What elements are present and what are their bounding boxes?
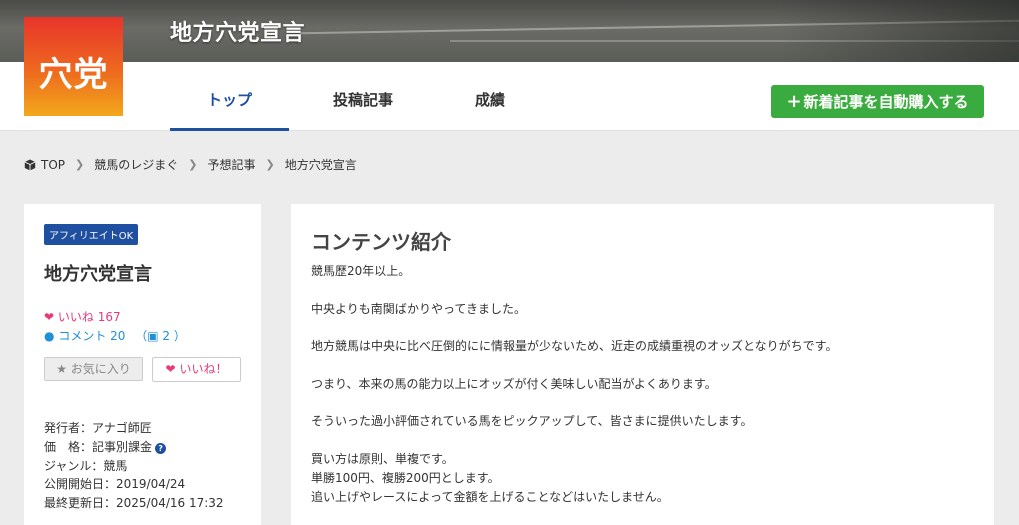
like-button[interactable]: ❤ いいね！ xyxy=(152,357,241,382)
banner-shade xyxy=(779,0,1019,62)
meta-genre: ジャンル：競馬 xyxy=(44,458,128,473)
tab-posts[interactable]: 投稿記事 xyxy=(318,62,408,131)
site-title[interactable]: 地方穴党宣言 xyxy=(170,15,305,47)
chevron-right-icon: ❯ xyxy=(188,158,198,171)
meta-publisher: 発行者：アナゴ師匠 xyxy=(44,421,152,435)
meta-price: 価 格：記事別課金 xyxy=(44,439,153,454)
meta-start-date: 公開開始日：2019/04/24 xyxy=(44,477,186,492)
content-intro-title: コンテンツ紹介 xyxy=(311,230,451,254)
comments-count[interactable]: ● コメント 20 （▣ 2 ） xyxy=(44,327,186,344)
gift-count-close-paren: ） xyxy=(173,329,186,343)
gift-icon: ▣ xyxy=(147,329,159,343)
help-icon[interactable]: ? xyxy=(155,442,167,454)
heart-icon: ❤ xyxy=(165,362,176,376)
tab-results[interactable]: 成績 xyxy=(450,62,530,131)
meta-updated: 最終更新日：2025/04/16 17:32 xyxy=(44,496,224,511)
likes-count: ❤ いいね 167 xyxy=(44,308,121,325)
breadcrumb-current: 地方穴党宣言 xyxy=(284,158,357,172)
intro-paragraph: 単勝100円、複勝200円とします。 xyxy=(311,470,500,485)
sidebar-title: 地方穴党宣言 xyxy=(44,264,152,285)
heart-icon: ❤ xyxy=(44,310,55,324)
header-banner: 地方穴党宣言 xyxy=(0,0,1019,62)
intro-paragraph: 中央よりも南関ばかりやってきました。 xyxy=(311,301,527,316)
gift-count-open-paren: （ xyxy=(129,329,148,343)
speech-bubble-icon: ● xyxy=(44,329,55,343)
content-intro-card: コンテンツ紹介 競馬歴20年以上。 中央よりも南関ばかりやってきました。 地方競… xyxy=(291,204,994,525)
intro-paragraph: そういった過小評価されている馬をピックアップして、皆さまに提供いたします。 xyxy=(311,414,753,429)
like-label: いいね！ xyxy=(179,362,228,376)
affiliate-badge: アフィリエイトOK xyxy=(44,224,139,245)
logo-text: 穴党 xyxy=(38,55,109,95)
breadcrumb: TOP ❯ 競馬のレジまぐ ❯ 予想記事 ❯ 地方穴党宣言 xyxy=(24,156,357,173)
content-intro-body: 競馬歴20年以上。 中央よりも南関ばかりやってきました。 地方競馬は中央に比べ圧… xyxy=(311,262,837,506)
breadcrumb-yoso[interactable]: 予想記事 xyxy=(207,156,255,173)
comments-text: コメント 20 xyxy=(58,329,126,343)
breadcrumb-keiba[interactable]: 競馬のレジまぐ xyxy=(94,156,178,173)
publisher-meta: 発行者：アナゴ師匠 価 格：記事別課金? ジャンル：競馬 公開開始日：2019/… xyxy=(44,419,224,513)
site-logo[interactable]: 穴党 xyxy=(24,17,123,116)
intro-paragraph: 競馬歴20年以上。 xyxy=(311,264,411,278)
chevron-right-icon: ❯ xyxy=(75,158,85,171)
chevron-right-icon: ❯ xyxy=(265,158,275,171)
sidebar-card: アフィリエイトOK 地方穴党宣言 ❤ いいね 167 ● コメント 20 （▣ … xyxy=(24,204,261,525)
auto-purchase-button[interactable]: + 新着記事を自動購入する xyxy=(771,85,984,118)
meta-price-row: 価 格：記事別課金? xyxy=(44,438,224,457)
favorite-label: お気に入り xyxy=(70,362,131,376)
star-icon: ★ xyxy=(56,362,67,376)
intro-paragraph: 追い上げやレースによって金額を上げることなどはいたしません。 xyxy=(311,489,669,504)
favorite-button[interactable]: ★ お気に入り xyxy=(44,357,143,381)
auto-purchase-label: 新着記事を自動購入する xyxy=(803,93,969,111)
likes-text: いいね 167 xyxy=(57,310,121,324)
tab-top[interactable]: トップ xyxy=(170,62,289,131)
gift-count: 2 xyxy=(162,329,171,343)
intro-paragraph: つまり、本来の馬の能力以上にオッズが付く美味しい配当がよくあります。 xyxy=(311,376,717,391)
home-cube-icon xyxy=(24,159,36,170)
intro-paragraph: 買い方は原則、単複です。 xyxy=(311,451,454,466)
plus-icon: + xyxy=(786,91,802,112)
breadcrumb-top[interactable]: TOP xyxy=(41,158,65,172)
intro-paragraph: 地方競馬は中央に比べ圧倒的にに情報量が少ないため、近走の成績重視のオッズとなりが… xyxy=(311,339,838,354)
